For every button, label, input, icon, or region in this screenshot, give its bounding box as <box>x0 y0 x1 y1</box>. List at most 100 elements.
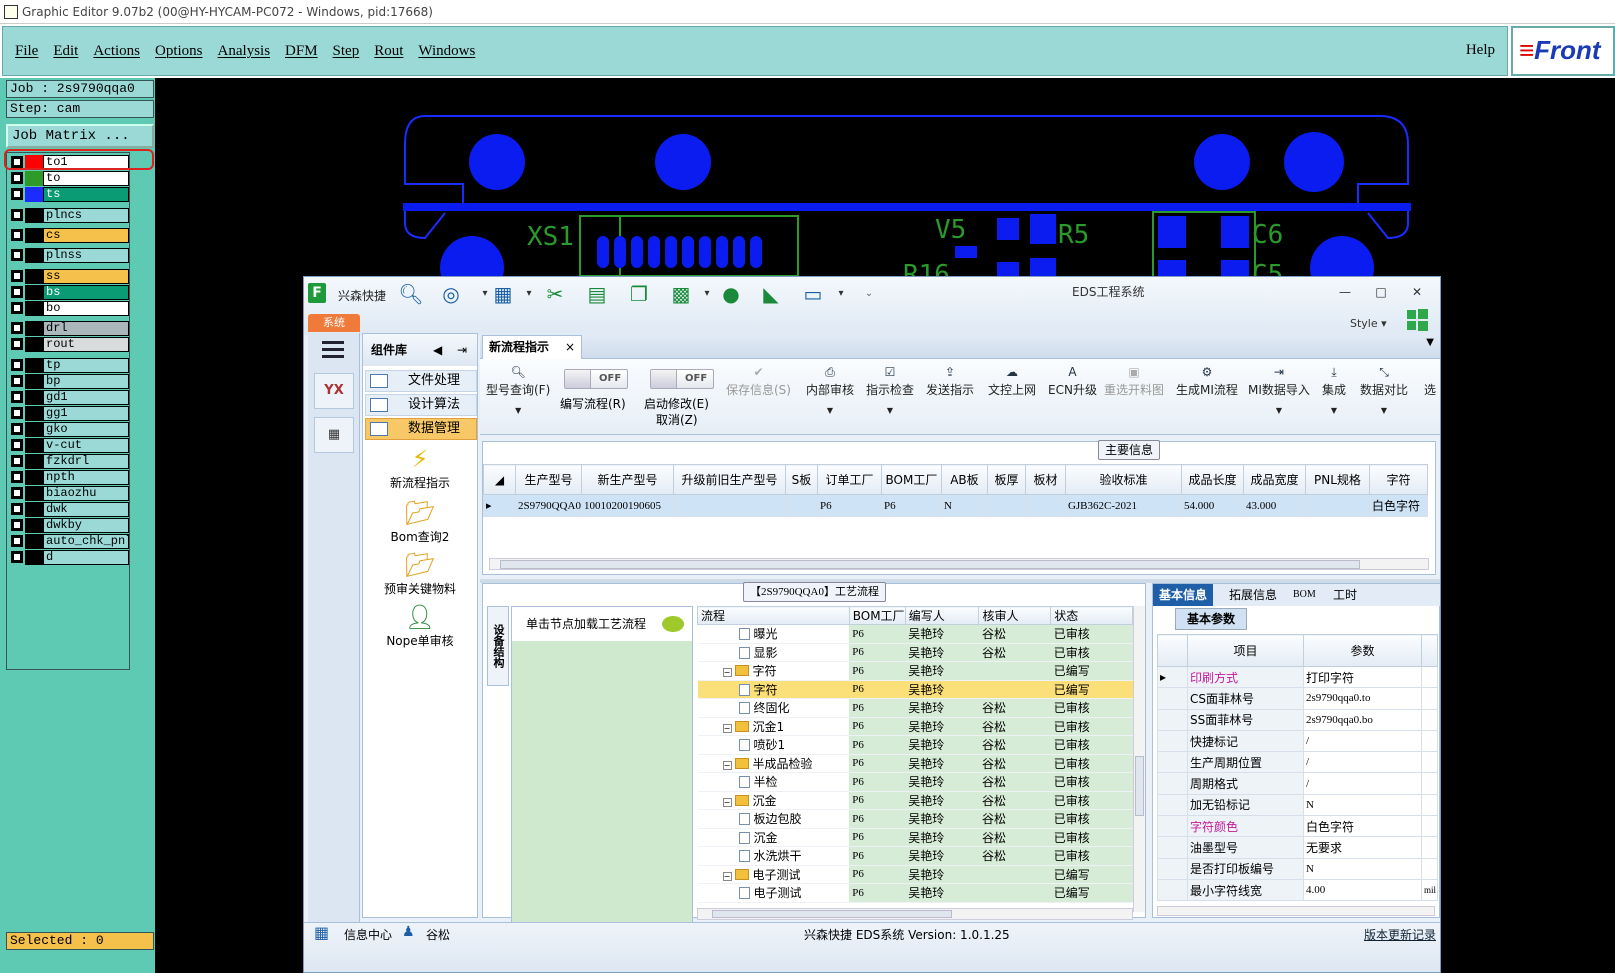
table-row[interactable]: 周期格式 / <box>1157 772 1438 795</box>
tree-node[interactable]: 终固化 <box>697 698 850 718</box>
layer-checkbox[interactable] <box>11 391 23 403</box>
scroll-thumb[interactable] <box>500 560 1360 569</box>
layer-checkbox[interactable] <box>11 407 23 419</box>
menu-step[interactable]: Step <box>333 43 360 60</box>
send-instruction-button[interactable]: ⇪ 发送指示 <box>926 365 974 398</box>
table-row[interactable]: SS面菲林号 2s9790qqa0.bo <box>1157 708 1438 731</box>
tree-node[interactable]: − 沉金 <box>697 791 850 810</box>
layer-name[interactable]: ss <box>43 269 129 284</box>
tab-new-flow-instruction[interactable]: 新流程指示 × <box>482 335 582 359</box>
menu-rout[interactable]: Rout <box>374 43 403 60</box>
close-tab-icon[interactable]: × <box>565 336 575 358</box>
chart-icon[interactable]: ◣ <box>758 281 784 307</box>
layer-row-plncs[interactable]: plncs <box>11 208 129 223</box>
layer-name[interactable]: dwkby <box>43 518 129 533</box>
equipment-structure-tab[interactable]: 设备结构 <box>487 606 509 686</box>
comp-item-design-algorithm[interactable]: 设计算法 <box>365 394 477 416</box>
layer-checkbox[interactable] <box>11 302 23 314</box>
layer-row-fzkdrl[interactable]: fzkdrl <box>11 454 129 469</box>
layer-checkbox[interactable] <box>11 188 23 200</box>
param-value[interactable]: N <box>1303 857 1422 880</box>
horizontal-scrollbar[interactable] <box>489 558 1429 570</box>
doc-online-button[interactable]: ☁ 文控上网 <box>988 365 1036 398</box>
layer-name[interactable]: dwk <box>43 502 129 517</box>
table-row[interactable]: ▸ 印刷方式 打印字符 <box>1157 665 1438 689</box>
style-menu[interactable]: Style ▾ <box>1350 317 1387 330</box>
tree-row[interactable]: 曝光 P6 吴艳玲 谷松 已审核 <box>697 624 1133 644</box>
table-row[interactable]: 快捷标记 / <box>1157 729 1438 753</box>
collapse-icon[interactable]: − <box>722 723 732 733</box>
layer-checkbox[interactable] <box>11 471 23 483</box>
reselect-cut-drawing-button[interactable]: ▣ 重选开料图 <box>1104 365 1164 398</box>
col-header[interactable]: 生产型号 <box>515 464 582 495</box>
layer-checkbox[interactable] <box>11 551 23 563</box>
col-header[interactable]: 板材 <box>1024 464 1066 495</box>
layer-checkbox[interactable] <box>11 359 23 371</box>
comp-item-file-processing[interactable]: 文件处理 <box>365 370 477 392</box>
layer-row-rout[interactable]: rout <box>11 337 129 352</box>
layer-row-ss[interactable]: ss <box>11 269 129 284</box>
layer-name[interactable]: ts <box>43 187 129 202</box>
param-value[interactable]: 4.00 <box>1303 878 1422 902</box>
tree-row[interactable]: 显影 P6 吴艳玲 谷松 已审核 <box>697 643 1133 662</box>
layer-row-tp[interactable]: tp <box>11 358 129 373</box>
data-compare-button[interactable]: ⤡ 数据对比 ▼ <box>1360 365 1408 415</box>
layer-row-auto_chk_pnl[interactable]: auto_chk_pnl <box>11 534 129 549</box>
layer-checkbox[interactable] <box>11 519 23 531</box>
layer-row-to[interactable]: to <box>11 171 129 186</box>
table-row[interactable]: 生产周期位置 / <box>1157 751 1438 774</box>
layer-row-v-cut[interactable]: v-cut <box>11 438 129 453</box>
pre-review-material-tool[interactable]: 📂︎ 预审关键物料 <box>363 550 477 597</box>
arrow-left-icon[interactable]: ◀ <box>433 334 442 366</box>
col-header[interactable]: S板 <box>784 464 818 495</box>
tab-work-hours[interactable]: 工时 <box>1327 584 1363 606</box>
layer-row-npth[interactable]: npth <box>11 470 129 485</box>
tree-row[interactable]: − 电子测试 P6 吴艳玲 已编写 <box>697 865 1133 884</box>
table-icon[interactable]: ▦ <box>490 281 516 307</box>
param-value[interactable]: 2s9790qqa0.bo <box>1303 708 1422 731</box>
col-header[interactable]: 板厚 <box>986 464 1026 495</box>
tab-bom[interactable]: BOM <box>1287 584 1322 606</box>
layer-row-bp[interactable]: bp <box>11 374 129 389</box>
layer-name[interactable]: gg1 <box>43 406 129 421</box>
layer-name[interactable]: plncs <box>43 208 129 223</box>
menu-windows[interactable]: Windows <box>418 43 475 60</box>
yx-icon[interactable]: YX <box>314 373 354 409</box>
minimize-button[interactable]: — <box>1336 285 1354 301</box>
layer-checkbox[interactable] <box>11 503 23 515</box>
layer-row-gd1[interactable]: gd1 <box>11 390 129 405</box>
tree-row[interactable]: − 沉金1 P6 吴艳玲 谷松 已审核 <box>697 717 1133 736</box>
param-value[interactable]: / <box>1303 751 1422 774</box>
chevron-down-icon[interactable]: ▾ <box>694 281 720 307</box>
collapse-icon[interactable]: − <box>722 760 732 770</box>
nope-review-tool[interactable]: 👤︎ Nope单审核 <box>363 602 477 649</box>
layer-name[interactable]: npth <box>43 470 129 485</box>
copy-icon[interactable]: ❐ <box>626 281 652 307</box>
tree-node[interactable]: 曝光 <box>697 624 850 644</box>
film-icon[interactable]: ▤ <box>584 281 610 307</box>
tree-row[interactable]: 半检 P6 吴艳玲 谷松 已审核 <box>697 772 1133 792</box>
maximize-button[interactable]: □ <box>1372 285 1390 301</box>
tree-row[interactable]: 沉金 P6 吴艳玲 谷松 已审核 <box>697 828 1133 847</box>
layer-row-drl[interactable]: drl <box>11 321 129 336</box>
tree-row[interactable]: 终固化 P6 吴艳玲 谷松 已审核 <box>697 698 1133 718</box>
col-header[interactable]: 流程 <box>697 606 850 625</box>
layer-name[interactable]: drl <box>43 321 129 336</box>
grid-icon[interactable]: ▩ <box>668 281 694 307</box>
menu-actions[interactable]: Actions <box>93 43 140 60</box>
job-matrix-button[interactable]: Job Matrix ... <box>6 124 154 148</box>
chevron-down-icon[interactable]: ▾ <box>828 281 854 307</box>
layer-name[interactable]: bs <box>43 285 129 300</box>
layer-name[interactable]: tp <box>43 358 129 373</box>
search-icon[interactable]: 🔍︎ <box>398 281 424 307</box>
internal-review-button[interactable]: ⎙ 内部审核 ▼ <box>806 365 854 415</box>
tree-node[interactable]: − 沉金1 <box>697 717 850 736</box>
table-row[interactable]: 加无铅标记 N <box>1157 793 1438 817</box>
param-value[interactable]: 打印字符 <box>1303 665 1422 689</box>
tree-node[interactable]: − 半成品检验 <box>697 754 850 773</box>
layer-row-d[interactable]: d <box>11 550 129 565</box>
tree-row[interactable]: 水洗烘干 P6 吴艳玲 谷松 已审核 <box>697 846 1133 866</box>
comp-item-data-management[interactable]: 数据管理 <box>365 418 477 440</box>
param-value[interactable]: 无要求 <box>1303 836 1422 859</box>
tree-row[interactable]: − 沉金 P6 吴艳玲 谷松 已审核 <box>697 791 1133 810</box>
